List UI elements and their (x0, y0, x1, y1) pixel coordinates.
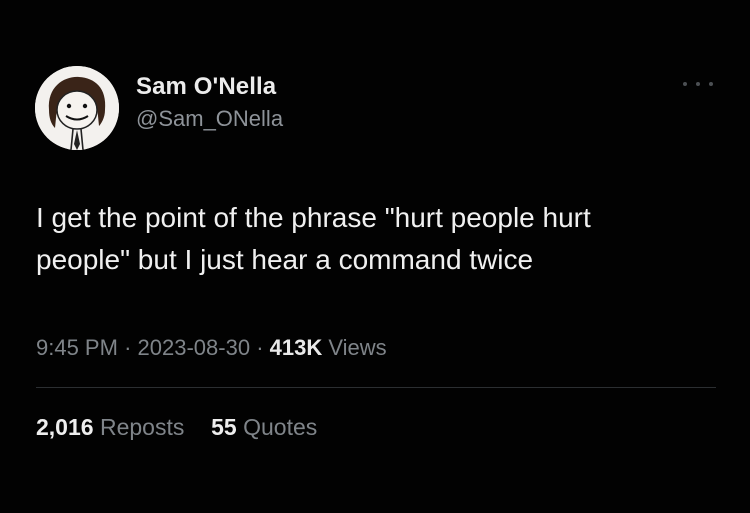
reposts-label: Reposts (99, 414, 185, 440)
tweet-time[interactable]: 9:45 PM (36, 335, 118, 360)
avatar[interactable] (35, 66, 119, 150)
tweet-date[interactable]: 2023-08-30 (138, 335, 251, 360)
meta-separator: · (256, 335, 264, 360)
tweet-header: Sam O'Nella @Sam_ONella (35, 66, 725, 150)
quotes-count: 55 (211, 414, 237, 440)
display-name[interactable]: Sam O'Nella (136, 72, 283, 102)
user-handle[interactable]: @Sam_ONella (136, 104, 283, 134)
views-count: 413K (269, 335, 323, 360)
tweet-text: I get the point of the phrase "hurt peop… (36, 202, 591, 275)
engagement-stats: 2,016 Reposts 55 Quotes (36, 411, 317, 443)
more-horizontal-icon (683, 82, 687, 86)
reposts-link[interactable]: 2,016 Reposts (36, 414, 191, 440)
cartoon-face-avatar-icon (35, 66, 119, 150)
tweet-card: Sam O'Nella @Sam_ONella I get the point … (0, 0, 750, 513)
more-options-button[interactable] (683, 76, 713, 92)
tweet-metadata: 9:45 PM · 2023-08-30 · 413K Views (36, 333, 387, 363)
meta-separator: · (124, 335, 132, 360)
reposts-count: 2,016 (36, 414, 94, 440)
quotes-link[interactable]: 55 Quotes (211, 414, 317, 440)
divider (36, 387, 716, 388)
author-names: Sam O'Nella @Sam_ONella (136, 72, 283, 134)
more-horizontal-icon-dot (709, 82, 713, 86)
more-horizontal-icon-dot (696, 82, 700, 86)
views-label: Views (328, 335, 387, 360)
quotes-label: Quotes (243, 414, 318, 440)
